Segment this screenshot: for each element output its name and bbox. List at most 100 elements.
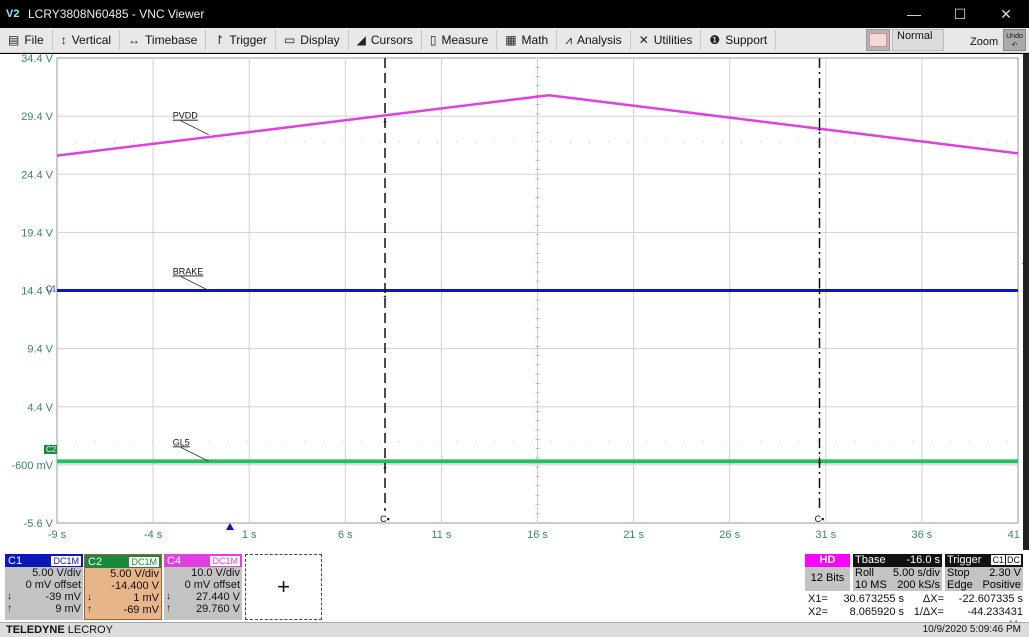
undo-icon: ↶ [1011, 42, 1018, 49]
horizontal-arrows-icon: ↔ [128, 33, 141, 47]
measure-icon: ▯ [429, 33, 437, 47]
menu-label: Analysis [577, 33, 622, 47]
minimize-button[interactable]: — [891, 0, 937, 28]
info-icon: ❶ [709, 33, 721, 47]
waveform-plot[interactable]: -9 s -4 s1 s6 s 11 s 16 s 21 s 26 s 31 s 36 s 41… [0, 53, 1029, 550]
trigger-position-marker-icon [225, 523, 234, 530]
calculator-icon: ▦ [505, 33, 517, 47]
grid-layout-button[interactable] [866, 29, 890, 51]
scope-display[interactable]: -9 s -4 s1 s6 s 11 s 16 s 21 s 26 s 31 s 36 s 41… [0, 53, 1029, 550]
y-tick-label: 34.4 V [21, 54, 53, 65]
cursor-label: C▪ [815, 514, 825, 524]
trigger-icon: ↾ [214, 33, 225, 47]
menu-math[interactable]: ▦ Math [497, 30, 558, 50]
menu-label: Utilities [653, 33, 693, 47]
x1-label: X1= [808, 593, 828, 605]
channel-box-c2[interactable]: C2 DC1M 5.00 V/div -14.400 V ↓ 1 mV ↑ -69 mV [84, 554, 162, 620]
close-button[interactable]: ✕ [983, 0, 1029, 28]
acq-mode: Roll [855, 567, 874, 579]
cursor-down-value: 1 mV [133, 592, 159, 604]
menu-vertical[interactable]: ↕ Vertical [53, 30, 121, 50]
x-tick-label: 36 s [912, 529, 933, 541]
trigger-state: Stop [947, 567, 970, 579]
trigger-label: Trigger [947, 554, 982, 566]
menu-label: Vertical [71, 33, 112, 47]
x-tick-label: 26 s [719, 529, 740, 541]
volts-per-div: 5.00 V/div [110, 568, 159, 580]
right-edge-bar [1023, 54, 1029, 550]
y-tick-label: -600 mV [11, 460, 53, 472]
menu-trigger[interactable]: ↾ Trigger [206, 30, 276, 50]
menu-cursors[interactable]: ◢ Cursors [349, 30, 422, 50]
offset: 0 mV offset [25, 579, 81, 591]
cursor-down-arrow-icon: ↓ [816, 451, 823, 466]
trigger-level: 2.30 V [989, 567, 1021, 579]
cursor-down-arrow-icon: ↓ [816, 119, 823, 134]
grid-icon [869, 33, 887, 47]
brand-bold: TELEDYNE [6, 624, 65, 636]
zoom-label: Zoom [970, 36, 999, 48]
trace-label: GL5 [173, 437, 190, 447]
menu-support[interactable]: ❶ Support [701, 30, 777, 50]
cursor-up-value: 9 mV [55, 603, 81, 615]
menu-label: Measure [441, 33, 489, 47]
coupling-badge: DC1M [129, 556, 159, 567]
window-titlebar: V2 LCRY3808N60485 - VNC Viewer — ☐ ✕ [0, 0, 1029, 28]
menu-timebase[interactable]: ↔ Timebase [120, 30, 207, 50]
x-tick-label: 1 s [242, 529, 257, 541]
up-arrow-icon: ↑ [87, 604, 92, 615]
analysis-chart-icon: ⩘ [565, 32, 572, 47]
channel-marker-c2: C2 [46, 445, 57, 454]
trigger-type: Edge [947, 579, 973, 591]
x-tick-label: -4 s [144, 529, 163, 541]
channel-box-c4[interactable]: C4 DC1M 10.0 V/div 0 mV offset ↓ 27.440 V ↑ 29.… [164, 554, 242, 620]
menu-label: Cursors [370, 33, 413, 47]
menu-file[interactable]: ▤ File [0, 30, 53, 50]
cursor-down-arrow-icon: ↓ [816, 281, 823, 296]
menu-label: Support [725, 33, 768, 47]
channel-id: C4 [167, 554, 182, 567]
cursor-label: C▪ [380, 514, 390, 524]
mode-normal-button[interactable]: Normal [892, 29, 944, 51]
offset: -14.400 V [111, 580, 159, 592]
datetime: 10/9/2020 5:09:46 PM [922, 624, 1021, 635]
trigger-source: C1 [991, 555, 1005, 565]
info-panel: C1 DC1M 5.00 V/div 0 mV offset ↓ -39 mV ↑ 9 mV C… [0, 550, 1029, 631]
trace-label: PVDD [173, 111, 199, 121]
undo-button[interactable]: Undo ↶ [1003, 29, 1026, 51]
cursor-up-arrow-icon: ↑ [382, 291, 389, 306]
trigger-slope: Positive [982, 579, 1021, 591]
x-tick-label: -9 s [48, 529, 67, 541]
menu-label: Math [521, 33, 549, 47]
offset: 0 mV offset [184, 579, 240, 591]
cursor-up-value: -69 mV [123, 604, 159, 616]
undo-label: Undo [1006, 33, 1023, 40]
maximize-button[interactable]: ☐ [937, 0, 983, 28]
vnc-logo-icon: V2 [6, 8, 20, 20]
menu-display[interactable]: ▭ Display [276, 30, 349, 50]
cursor-down-value: -39 mV [45, 591, 81, 603]
menu-label: Display [300, 33, 340, 47]
dx-label: ΔX= [922, 593, 944, 605]
menu-analysis[interactable]: ⩘ Analysis [557, 30, 631, 50]
trigger-box[interactable]: Trigger C1 DC Stop 2.30 V Edge Positive [945, 554, 1023, 591]
brand-rest: LECROY [64, 624, 113, 636]
timebase-box[interactable]: Tbase -16.0 s Roll 5.00 s/div 10 MS 200 kS/… [853, 554, 942, 591]
brand-logo: TELEDYNE LECROY [6, 624, 113, 636]
menu-utilities[interactable]: ✕ Utilities [631, 30, 702, 50]
menu-measure[interactable]: ▯ Measure [422, 30, 498, 50]
channel-box-c1[interactable]: C1 DC1M 5.00 V/div 0 mV offset ↓ -39 mV ↑ 9 mV [5, 554, 83, 620]
cursor-icon: ◢ [356, 33, 366, 47]
channel-id: C2 [88, 555, 103, 568]
trace-label: BRAKE [173, 267, 204, 277]
add-channel-button[interactable]: + [245, 554, 322, 620]
up-arrow-icon: ↑ [166, 603, 171, 614]
hd-badge: HD [805, 554, 850, 567]
bit-depth: 12 Bits [810, 572, 845, 584]
menu-label: Trigger [229, 33, 267, 47]
coupling-badge: DC1M [210, 555, 240, 566]
hd-acquisition-box[interactable]: HD 12 Bits [805, 554, 850, 591]
window-title: LCRY3808N60485 - VNC Viewer [28, 7, 205, 21]
cursor-up-arrow-icon: ↑ [382, 115, 389, 130]
y-tick-label: 24.4 V [21, 169, 53, 181]
